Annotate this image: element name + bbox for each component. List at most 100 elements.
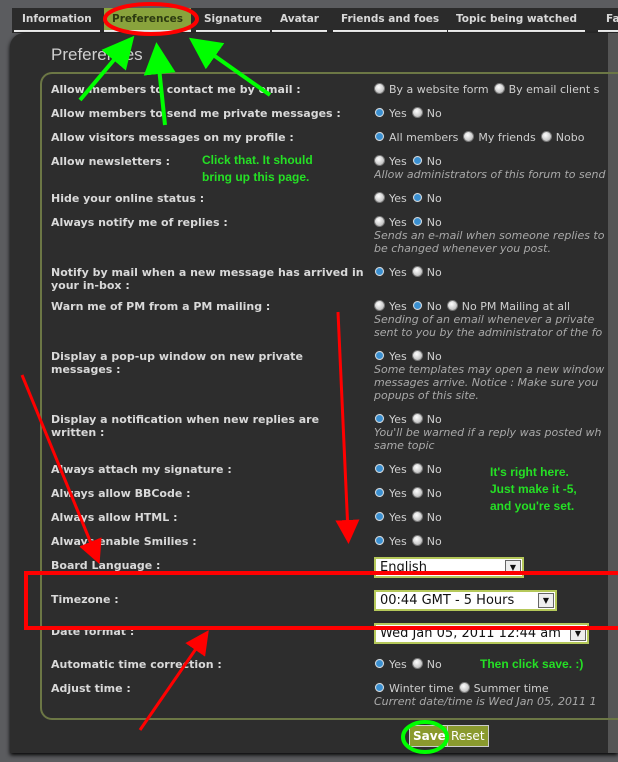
setting-label: Display a pop-up window on new private m… [51, 350, 303, 376]
radio-label: By email client s [508, 83, 600, 96]
radio-button[interactable] [458, 682, 470, 693]
setting-select[interactable]: English ▼ [374, 557, 524, 578]
setting-select[interactable]: Wed Jan 05, 2011 12:44 am ▼ [374, 623, 589, 644]
radio-button[interactable] [374, 83, 385, 94]
radio-button[interactable] [411, 107, 423, 118]
radio-label: Yes [389, 266, 407, 279]
setting-label: Date format : [51, 625, 135, 638]
radio-label: No [426, 511, 442, 524]
radio-label: Yes [389, 155, 407, 168]
setting-description: You'll be warned if a reply was posted w… [374, 426, 602, 439]
setting-options: Winter time Summer time Current date/time … [374, 682, 618, 708]
radio-button[interactable] [374, 155, 385, 166]
setting-options: Yes No No PM Mailing at all Sending of an e… [374, 300, 618, 339]
setting-options: Yes No Some templates may open a new windo… [374, 350, 618, 402]
radio-button[interactable] [374, 216, 385, 227]
tab-fa[interactable]: Fa [598, 8, 618, 32]
tab-preferences[interactable]: Preferences [104, 8, 192, 32]
setting-label: Allow visitors messages on my profile : [51, 131, 294, 144]
setting-options: All members My friends Nobo [374, 131, 618, 144]
setting-options: Yes No Sends an e-mail when someone replie… [374, 216, 618, 255]
radio-label: Yes [389, 463, 407, 476]
annotation-click-save: Then click save. :) [480, 657, 584, 671]
tab-friends-and-foes[interactable]: Friends and foes [333, 8, 448, 32]
setting-label: Always enable Smilies : [51, 535, 197, 548]
setting-label: Hide your online status : [51, 192, 205, 205]
radio-label: Yes [389, 192, 407, 205]
radio-label: No [426, 216, 442, 229]
radio-button[interactable] [374, 682, 385, 693]
radio-button[interactable] [540, 131, 552, 142]
setting-label: Always notify me of replies : [51, 216, 228, 229]
radio-label: No [426, 266, 442, 279]
select-value: English [380, 560, 427, 575]
radio-label: No [426, 413, 442, 426]
radio-button[interactable] [374, 463, 385, 474]
radio-button[interactable] [411, 216, 423, 227]
radio-button[interactable] [411, 511, 423, 522]
radio-button[interactable] [374, 300, 385, 311]
radio-button[interactable] [411, 300, 423, 311]
radio-label: All members [389, 131, 459, 144]
radio-button[interactable] [374, 131, 385, 142]
radio-button[interactable] [374, 487, 385, 498]
radio-button[interactable] [411, 266, 423, 277]
tab-avatar[interactable]: Avatar [272, 8, 327, 32]
reset-button[interactable]: Reset [447, 725, 489, 747]
radio-label: No [426, 658, 442, 671]
select-value: 00:44 GMT - 5 Hours [380, 593, 515, 608]
setting-options: Yes No [374, 192, 618, 205]
radio-label: Yes [389, 300, 407, 313]
tab-information[interactable]: Information [14, 8, 100, 32]
radio-button[interactable] [463, 131, 475, 142]
radio-button[interactable] [446, 300, 458, 311]
setting-label: Always attach my signature : [51, 463, 232, 476]
setting-select[interactable]: 00:44 GMT - 5 Hours ▼ [374, 590, 557, 611]
setting-description: same topic [374, 439, 435, 452]
select-value: Wed Jan 05, 2011 12:44 am [380, 626, 561, 641]
radio-button[interactable] [374, 350, 385, 361]
radio-button[interactable] [411, 155, 423, 166]
radio-label: Winter time [389, 682, 454, 695]
setting-label: Always allow BBCode : [51, 487, 191, 500]
setting-options: Yes No Allow administrators of this forum … [374, 155, 618, 181]
setting-label: Adjust time : [51, 682, 131, 695]
save-button[interactable]: Save [409, 725, 450, 747]
chevron-down-icon[interactable]: ▼ [570, 626, 586, 641]
chevron-down-icon[interactable]: ▼ [505, 560, 521, 575]
setting-description: popups of this site. [374, 389, 479, 402]
radio-button[interactable] [411, 350, 423, 361]
setting-label: Always allow HTML : [51, 511, 178, 524]
radio-label: Yes [389, 511, 407, 524]
radio-button[interactable] [374, 413, 385, 424]
radio-label: Summer time [473, 682, 549, 695]
radio-button[interactable] [374, 192, 385, 203]
profile-tabs: Information Preferences Signature Avatar Fri… [12, 8, 618, 33]
radio-button[interactable] [411, 463, 423, 474]
radio-label: Yes [389, 413, 407, 426]
setting-description: messages arrive. Notice : Make sure you [374, 376, 599, 389]
radio-label: No PM Mailing at all [461, 300, 571, 313]
tab-topic-being-watched[interactable]: Topic being watched [448, 8, 586, 32]
radio-button[interactable] [374, 511, 385, 522]
radio-button[interactable] [374, 107, 385, 118]
radio-button[interactable] [411, 535, 423, 546]
annotation-click-that: Click that. It should bring up this page. [202, 153, 313, 184]
radio-button[interactable] [374, 535, 385, 546]
setting-description: Some templates may open a new window [374, 363, 605, 376]
radio-button[interactable] [411, 658, 423, 669]
radio-button[interactable] [493, 83, 505, 94]
radio-button[interactable] [411, 487, 423, 498]
setting-options: Yes No [374, 266, 618, 279]
radio-label: Yes [389, 658, 407, 671]
tab-signature[interactable]: Signature [196, 8, 271, 32]
radio-button[interactable] [411, 413, 423, 424]
radio-label: No [426, 155, 442, 168]
setting-options: Yes No You'll be warned if a reply was pos… [374, 413, 618, 452]
radio-button[interactable] [374, 266, 385, 277]
setting-label: Allow members to contact me by email : [51, 83, 301, 96]
radio-button[interactable] [411, 192, 423, 203]
chevron-down-icon[interactable]: ▼ [538, 593, 554, 608]
radio-label: By a website form [389, 83, 489, 96]
radio-button[interactable] [374, 658, 385, 669]
